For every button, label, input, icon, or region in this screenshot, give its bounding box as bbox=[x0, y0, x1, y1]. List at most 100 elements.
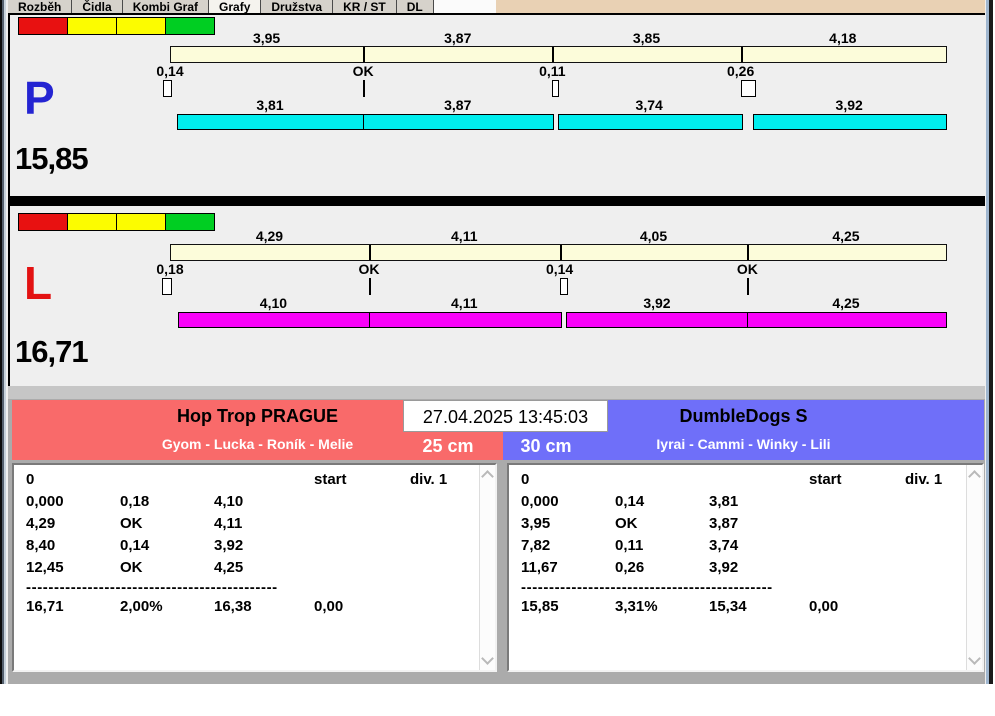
results-table-left[interactable]: 0startdiv. 10,0000,184,104,29OK4,118,400… bbox=[12, 463, 497, 672]
split-time-labels: 3,953,873,854,18 bbox=[10, 30, 988, 47]
tab-strip-filler bbox=[496, 0, 985, 13]
table-cell: 4,11 bbox=[214, 515, 242, 532]
table-cell: 7,82 bbox=[521, 537, 550, 554]
table-cell: 3,87 bbox=[709, 515, 738, 532]
crossing-error-box bbox=[552, 80, 559, 97]
crossing-ok-tick bbox=[369, 278, 371, 295]
table-cell: 3,92 bbox=[709, 559, 738, 576]
lane-panel-right: 3,953,873,854,18 0,14OK0,110,26 3,813,87… bbox=[8, 13, 990, 200]
lane-total-time: 15,85 bbox=[15, 143, 88, 174]
table-cell: 3,74 bbox=[709, 537, 738, 554]
scroll-down-icon[interactable] bbox=[968, 652, 981, 665]
crossing-value: 0,14 bbox=[546, 261, 573, 277]
dog-time-segment bbox=[363, 114, 554, 130]
timestamp: 27.04.2025 13:45:03 bbox=[403, 400, 608, 432]
table-cell: 3,81 bbox=[709, 493, 738, 510]
crossing-marks bbox=[10, 80, 988, 97]
table-cell: 3,95 bbox=[521, 515, 550, 532]
crossing-value: 0,18 bbox=[156, 261, 183, 277]
dog-time-value: 3,92 bbox=[836, 97, 863, 113]
crossing-value: 0,14 bbox=[156, 63, 183, 79]
tab-kombi-graf[interactable]: Kombi Graf bbox=[122, 0, 209, 13]
table-cell: ----------------------------------------… bbox=[521, 579, 773, 596]
dog-time-labels: 4,104,113,924,25 bbox=[10, 295, 988, 312]
table-cell: OK bbox=[120, 515, 143, 532]
scroll-down-icon[interactable] bbox=[481, 652, 494, 665]
dog-time-segment bbox=[178, 312, 370, 328]
lane-letter: L bbox=[24, 260, 52, 306]
split-time-value: 4,05 bbox=[640, 228, 667, 244]
table-cell: 0,18 bbox=[120, 493, 149, 510]
table-cell: 4,25 bbox=[214, 559, 243, 576]
dog-time-segment bbox=[753, 114, 947, 130]
dog-time-segment bbox=[566, 312, 750, 328]
results-table-right[interactable]: 0startdiv. 10,0000,143,813,95OK3,877,820… bbox=[507, 463, 984, 672]
dog-bar bbox=[10, 114, 988, 130]
table-cell: 0,000 bbox=[521, 493, 559, 510]
spacer-strip bbox=[8, 386, 985, 399]
jump-height-right: 30 cm bbox=[501, 436, 591, 457]
tab--idla[interactable]: Čidla bbox=[71, 0, 122, 13]
dog-time-labels: 3,813,873,743,92 bbox=[10, 97, 988, 114]
split-divider-tick bbox=[560, 245, 562, 260]
scroll-up-icon[interactable] bbox=[481, 470, 494, 483]
crossing-error-box bbox=[162, 278, 172, 295]
split-bar bbox=[170, 244, 947, 261]
window-right-border bbox=[985, 0, 994, 684]
crossing-error-box bbox=[163, 80, 172, 97]
tab-bar: RozběhČidlaKombi GrafGrafyDružstvaKR / S… bbox=[8, 0, 985, 13]
crossing-ok-tick bbox=[747, 278, 749, 295]
table-cell: div. 1 bbox=[410, 471, 447, 488]
jump-height-left: 25 cm bbox=[403, 436, 493, 457]
table-cell: 8,40 bbox=[26, 537, 55, 554]
split-time-value: 4,25 bbox=[832, 228, 859, 244]
crossing-value: OK bbox=[737, 261, 758, 277]
crossing-labels: 0,18OK0,14OK bbox=[10, 261, 988, 278]
tab-dru-stva[interactable]: Družstva bbox=[260, 0, 333, 13]
table-cell: 0,00 bbox=[314, 598, 343, 615]
vertical-scrollbar[interactable] bbox=[966, 465, 982, 670]
dog-time-segment bbox=[369, 312, 562, 328]
tab-strip-gap bbox=[434, 0, 496, 13]
split-divider-tick bbox=[369, 245, 371, 260]
table-cell: div. 1 bbox=[905, 471, 942, 488]
tab-dl[interactable]: DL bbox=[396, 0, 434, 13]
split-divider-tick bbox=[552, 47, 554, 62]
dog-time-value: 4,10 bbox=[260, 295, 287, 311]
vertical-scrollbar[interactable] bbox=[479, 465, 495, 670]
tab-rozb-h[interactable]: Rozběh bbox=[8, 0, 72, 13]
dog-bar bbox=[10, 312, 988, 328]
crossing-labels: 0,14OK0,110,26 bbox=[10, 63, 988, 80]
table-cell: 3,31% bbox=[615, 598, 658, 615]
tab-grafy[interactable]: Grafy bbox=[208, 0, 261, 13]
crossing-error-box bbox=[741, 80, 756, 97]
dog-time-value: 3,74 bbox=[636, 97, 663, 113]
dog-time-segment bbox=[177, 114, 365, 130]
split-time-labels: 4,294,114,054,25 bbox=[10, 228, 988, 245]
crossing-error-box bbox=[560, 278, 568, 295]
table-cell: 16,38 bbox=[214, 598, 252, 615]
table-cell: 15,34 bbox=[709, 598, 747, 615]
table-cell: 3,92 bbox=[214, 537, 243, 554]
results-table-body: 0startdiv. 10,0000,184,104,29OK4,118,400… bbox=[14, 465, 479, 670]
tab-kr-st[interactable]: KR / ST bbox=[332, 0, 397, 13]
split-time-value: 3,95 bbox=[253, 30, 280, 46]
crossing-marks bbox=[10, 278, 988, 295]
split-divider-tick bbox=[363, 47, 365, 62]
table-cell: OK bbox=[615, 515, 638, 532]
table-cell: 12,45 bbox=[26, 559, 64, 576]
dog-time-value: 4,25 bbox=[832, 295, 859, 311]
crossing-ok-tick bbox=[363, 80, 365, 97]
scoreboard: Hop Trop PRAGUE Gyom - Lucka - Roník - M… bbox=[8, 399, 985, 684]
dog-time-segment bbox=[558, 114, 743, 130]
table-cell: 0,000 bbox=[26, 493, 64, 510]
window-left-border bbox=[0, 0, 6, 684]
panel-separator bbox=[8, 196, 990, 204]
dog-time-value: 4,11 bbox=[451, 295, 477, 311]
results-table-body: 0startdiv. 10,0000,143,813,95OK3,877,820… bbox=[509, 465, 966, 670]
scroll-up-icon[interactable] bbox=[968, 470, 981, 483]
crossing-value: OK bbox=[353, 63, 374, 79]
split-time-value: 3,85 bbox=[633, 30, 660, 46]
split-divider-tick bbox=[747, 245, 749, 260]
lane-letter: P bbox=[24, 75, 55, 121]
